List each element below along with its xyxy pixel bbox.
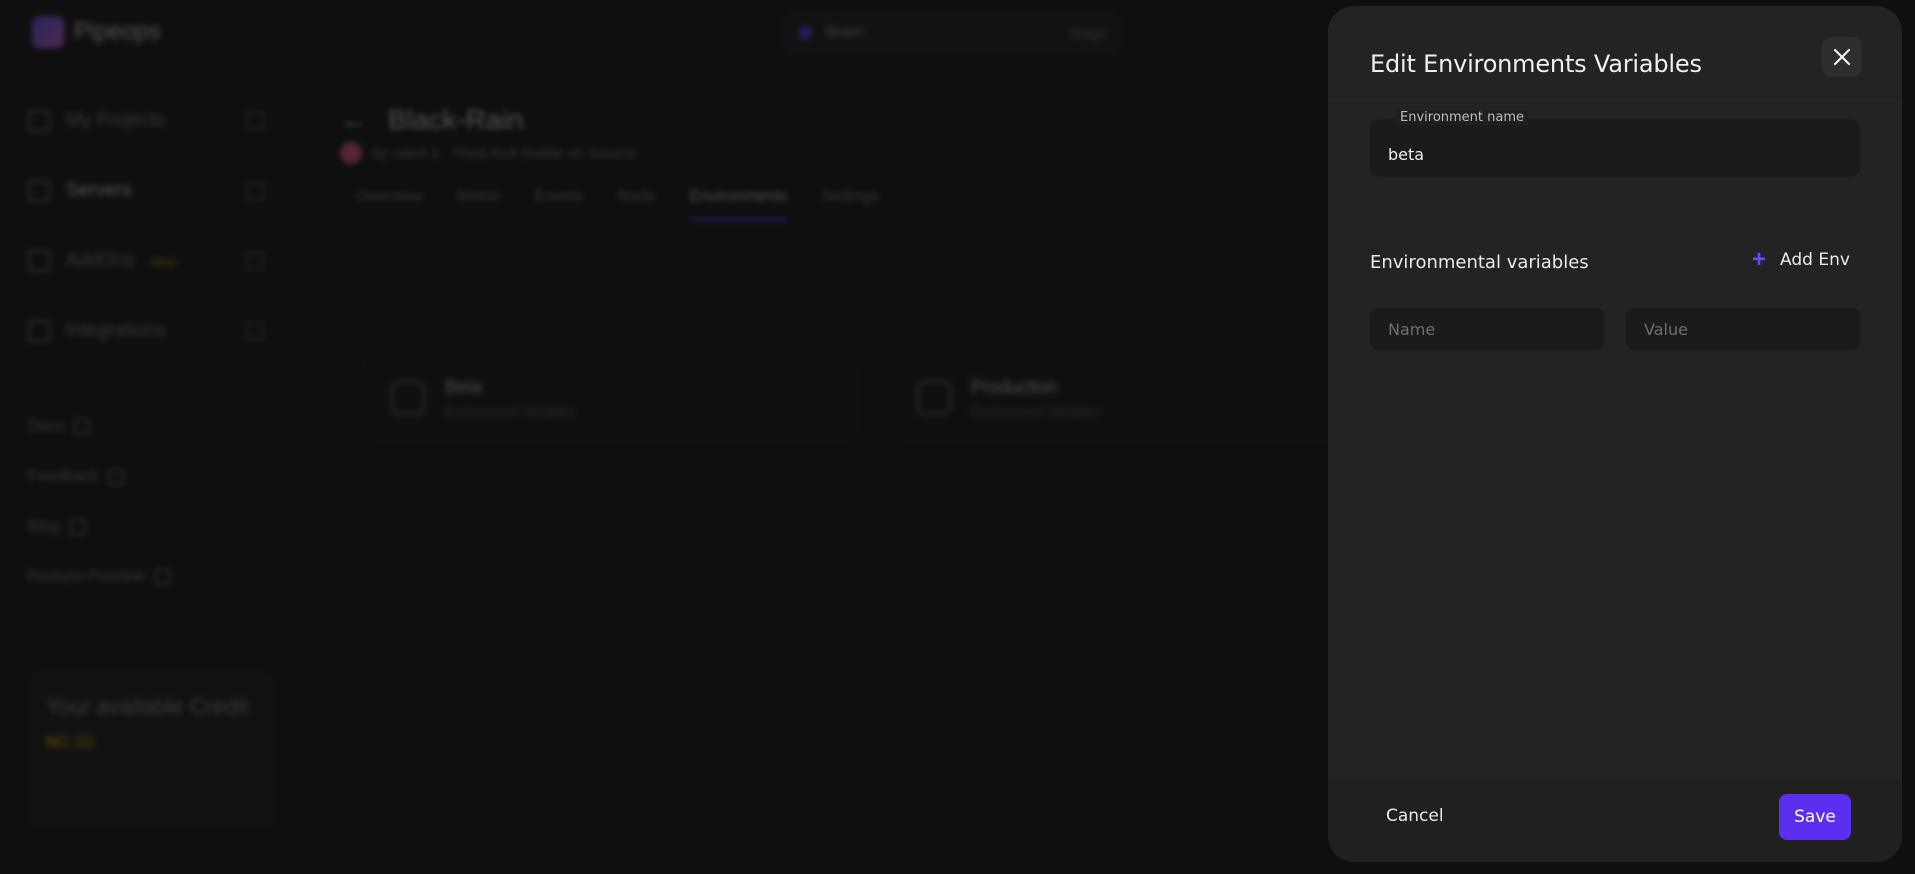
close-button[interactable] [1822, 37, 1862, 77]
cancel-button[interactable]: Cancel [1386, 806, 1444, 826]
save-button[interactable]: Save [1779, 794, 1851, 840]
env-name-input[interactable] [1388, 142, 1828, 166]
add-env-button[interactable]: + Add Env [1752, 248, 1850, 272]
var-value-input[interactable] [1626, 308, 1860, 350]
close-icon [1833, 48, 1851, 66]
env-vars-section-title: Environmental variables [1370, 252, 1589, 273]
add-env-label: Add Env [1780, 250, 1850, 270]
env-name-label: Environment name [1396, 110, 1529, 125]
var-name-input[interactable] [1370, 308, 1604, 350]
plus-icon: + [1752, 246, 1767, 273]
header-divider [1328, 96, 1902, 97]
edit-env-drawer: Edit Environments Variables Environment … [1328, 6, 1902, 862]
drawer-title: Edit Environments Variables [1370, 50, 1702, 78]
